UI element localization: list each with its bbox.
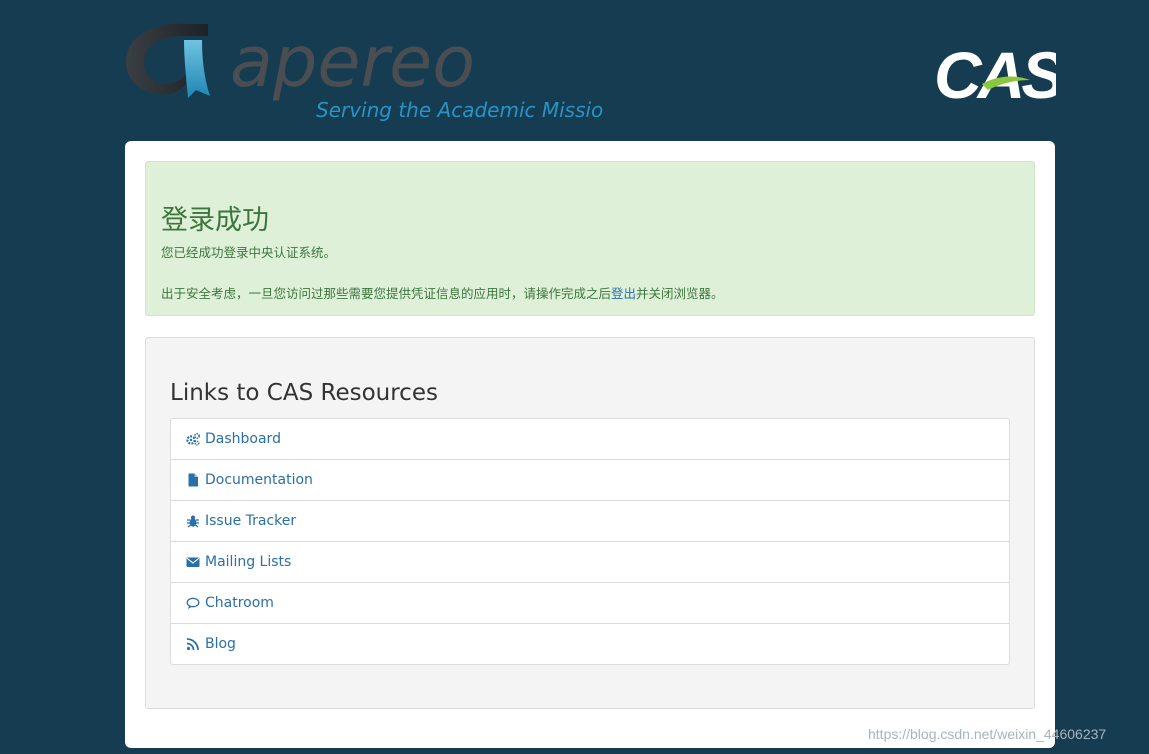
- list-item: Issue Tracker: [171, 501, 1009, 542]
- list-item: Chatroom: [171, 583, 1009, 624]
- list-item: Documentation: [171, 460, 1009, 501]
- chat-bubble-icon: [186, 597, 200, 609]
- watermark: https://blog.csdn.net/weixin_44606237: [868, 726, 1107, 742]
- apereo-logo: apereo Serving the Academic Mission: [126, 21, 604, 122]
- resources-title: Links to CAS Resources: [170, 380, 438, 406]
- bug-icon: [187, 515, 199, 528]
- gears-icon: [186, 433, 200, 446]
- blog-link[interactable]: Blog: [186, 636, 236, 652]
- security-notice: 出于安全考虑，一旦您访问过那些需要您提供凭证信息的应用时，请操作完成之后登出并关…: [161, 283, 724, 302]
- chatroom-label: Chatroom: [205, 595, 274, 611]
- alert-title: 登录成功: [161, 205, 269, 236]
- issue-tracker-label: Issue Tracker: [205, 513, 297, 529]
- envelope-icon: [186, 557, 200, 567]
- issue-tracker-link[interactable]: Issue Tracker: [186, 513, 296, 529]
- documentation-link[interactable]: Documentation: [186, 472, 313, 488]
- chatroom-link[interactable]: Chatroom: [186, 595, 274, 611]
- mailing-lists-label: Mailing Lists: [205, 554, 292, 570]
- main-card: 登录成功 您已经成功登录中央认证系统。 出于安全考虑，一旦您访问过那些需要您提供…: [125, 141, 1055, 748]
- mailing-lists-link[interactable]: Mailing Lists: [186, 554, 291, 570]
- list-item: Mailing Lists: [171, 542, 1009, 583]
- list-item: Blog: [171, 624, 1009, 664]
- dashboard-link[interactable]: Dashboard: [186, 431, 281, 447]
- list-item: Dashboard: [171, 419, 1009, 460]
- resources-list: Dashboard Documentation Issue Tracker Ma…: [170, 418, 1010, 665]
- blog-label: Blog: [205, 636, 236, 652]
- file-icon: [188, 473, 198, 487]
- alert-message: 您已经成功登录中央认证系统。: [161, 245, 337, 260]
- cas-logo: CAS: [934, 38, 1056, 104]
- resources-panel: Links to CAS Resources Dashboard Documen…: [145, 337, 1035, 709]
- security-notice-suffix: 并关闭浏览器。: [636, 286, 724, 301]
- documentation-label: Documentation: [205, 472, 313, 488]
- logout-link[interactable]: 登出: [611, 286, 636, 301]
- apereo-wordmark: apereo: [230, 21, 475, 103]
- apereo-tagline: Serving the Academic Mission: [316, 98, 604, 122]
- login-success-alert: 登录成功 您已经成功登录中央认证系统。 出于安全考虑，一旦您访问过那些需要您提供…: [145, 161, 1035, 316]
- cas-wordmark: CAS: [934, 38, 1056, 104]
- security-notice-prefix: 出于安全考虑，一旦您访问过那些需要您提供凭证信息的应用时，请操作完成之后: [161, 286, 612, 301]
- rss-icon: [186, 638, 199, 651]
- dashboard-label: Dashboard: [205, 431, 281, 447]
